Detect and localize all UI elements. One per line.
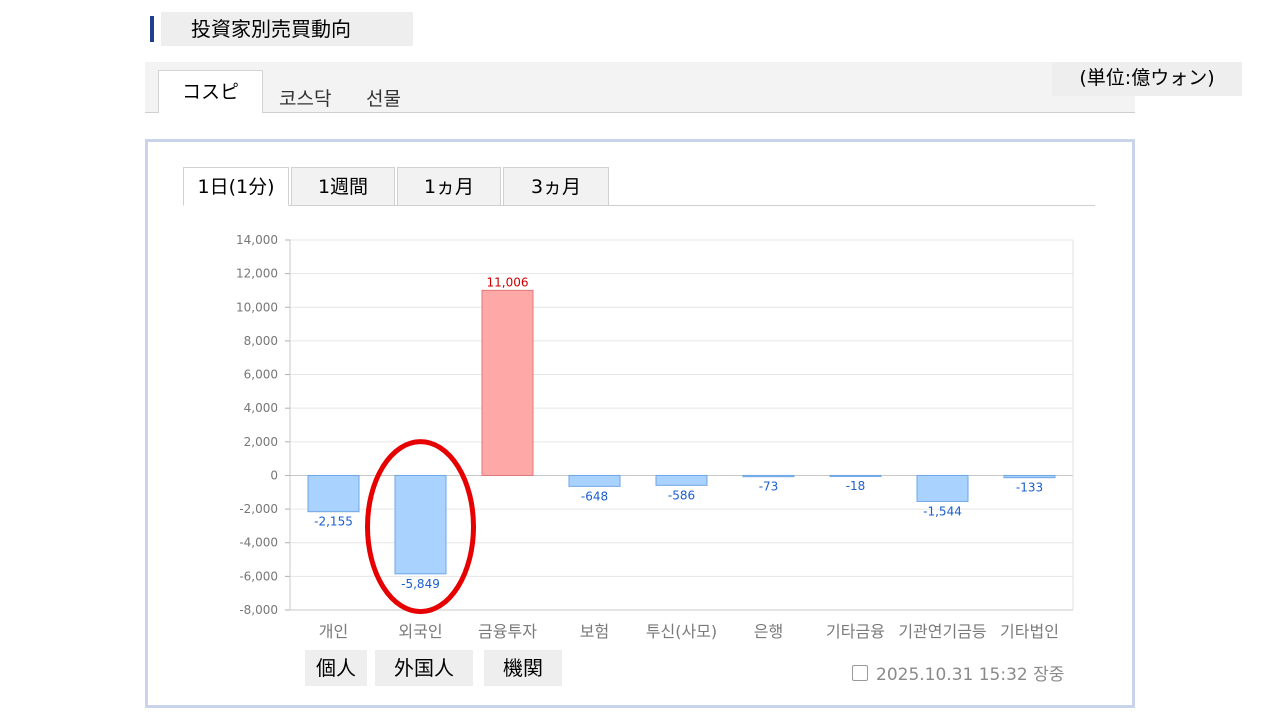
data-label: -73 <box>759 480 779 494</box>
bar <box>481 289 534 476</box>
y-tick-label: 14,000 <box>236 233 278 247</box>
data-label: -18 <box>846 479 866 493</box>
x-tick-label: 기타법인 <box>1000 622 1059 641</box>
data-label: -1,544 <box>923 504 962 518</box>
x-tick-label: 개인 <box>319 622 348 641</box>
y-tick-label: 6,000 <box>244 368 278 382</box>
y-tick-label: 2,000 <box>244 435 278 449</box>
y-tick-label: 8,000 <box>244 334 278 348</box>
timestamp-text: 2025.10.31 15:32 장중 <box>876 665 1065 685</box>
data-label: -586 <box>668 488 695 502</box>
y-tick-label: -8,000 <box>239 603 278 617</box>
jp-label-institution: 機関 <box>484 650 562 686</box>
x-tick-label: 기타금융 <box>826 622 885 641</box>
data-label: -133 <box>1016 481 1043 495</box>
data-label: -648 <box>581 489 608 503</box>
timestamp: 2025.10.31 15:32 장중 <box>852 660 1064 685</box>
y-tick-label: 12,000 <box>236 267 278 281</box>
y-tick-label: 10,000 <box>236 300 278 314</box>
data-label: -5,849 <box>401 577 440 591</box>
bar <box>916 474 969 502</box>
bar <box>829 474 882 477</box>
x-tick-label: 은행 <box>754 622 783 641</box>
x-tick-label: 기관연기금등 <box>898 622 986 641</box>
bar <box>742 474 795 478</box>
x-tick-label: 금융투자 <box>478 622 537 641</box>
bar <box>655 474 708 486</box>
bar <box>568 474 621 487</box>
jp-label-foreigner: 外国人 <box>375 650 473 686</box>
x-tick-label: 외국인 <box>398 622 442 641</box>
y-tick-label: -4,000 <box>239 536 278 550</box>
bar <box>307 474 360 513</box>
x-tick-label: 보험 <box>580 622 609 641</box>
x-tick-label: 투신(사모) <box>646 622 717 641</box>
investor-bar-chart: 14,000 12,000 10,000 8,000 6,000 4,000 2,000 0 -… <box>236 233 1074 641</box>
bar <box>394 474 447 575</box>
data-label: -2,155 <box>314 515 353 529</box>
y-tick-label: -6,000 <box>239 569 278 583</box>
data-label: 11,006 <box>487 275 529 289</box>
jp-label-individual: 個人 <box>305 650 367 686</box>
clock-icon <box>852 665 868 681</box>
y-tick-label: 0 <box>270 468 278 482</box>
y-tick-label: -2,000 <box>239 502 278 516</box>
y-tick-label: 4,000 <box>244 401 278 415</box>
bar <box>1003 474 1056 479</box>
